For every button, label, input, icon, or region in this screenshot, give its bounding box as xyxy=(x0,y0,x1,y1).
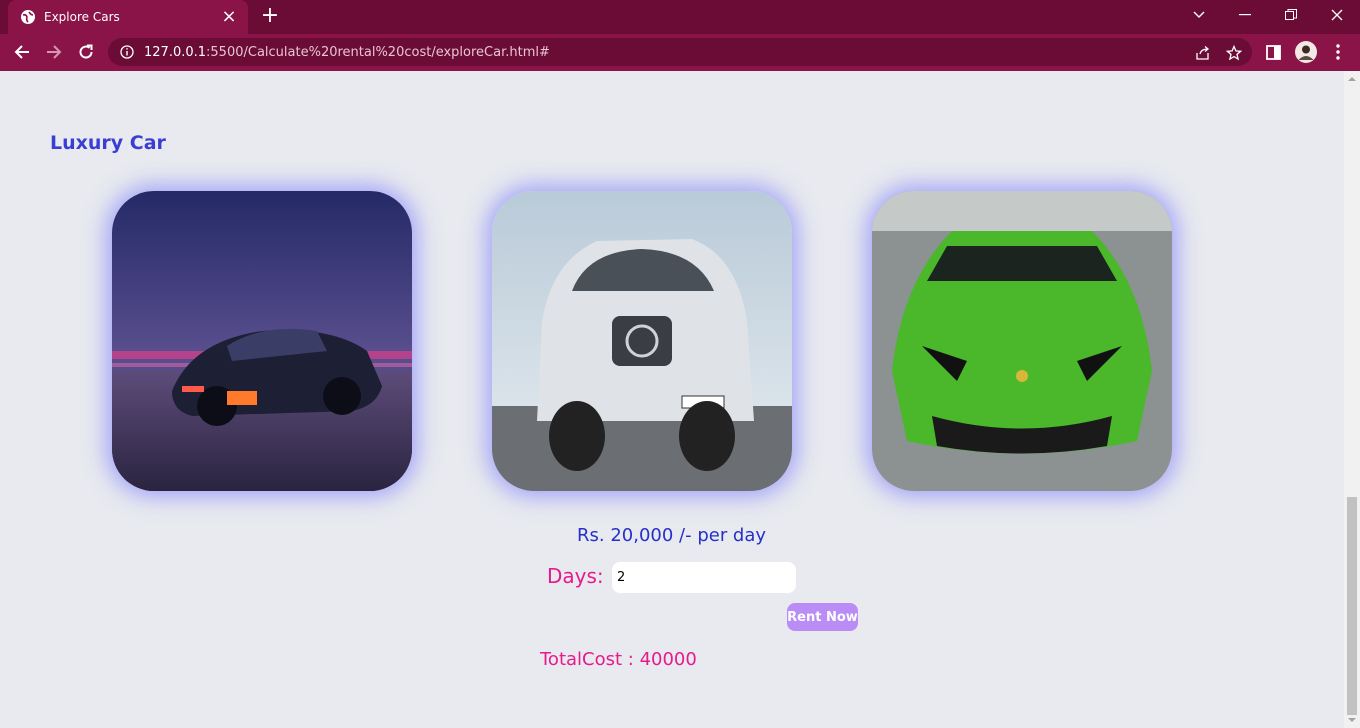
days-input[interactable] xyxy=(612,562,796,593)
reload-icon[interactable] xyxy=(71,38,101,66)
globe-icon xyxy=(20,9,36,25)
share-icon[interactable] xyxy=(1194,44,1212,62)
side-panel-icon[interactable] xyxy=(1258,38,1288,66)
url-text: 127.0.0.1:5500/Calculate%20rental%20cost… xyxy=(144,45,550,60)
avatar[interactable] xyxy=(1291,38,1321,66)
restore-icon[interactable] xyxy=(1268,0,1314,30)
close-window-icon[interactable] xyxy=(1314,0,1360,30)
page-content: Luxury Car Rs. 20,000 /- per day Days: 2… xyxy=(0,71,1344,728)
new-tab-icon[interactable]: + xyxy=(258,5,282,28)
scroll-up-arrow-icon[interactable] xyxy=(1348,75,1356,83)
car-image-dark-supercar[interactable] xyxy=(112,191,412,491)
car-image-green-supercar[interactable] xyxy=(872,191,1172,491)
info-icon[interactable] xyxy=(120,45,134,59)
address-bar[interactable]: 127.0.0.1:5500/Calculate%20rental%20cost… xyxy=(108,38,1252,66)
total-cost: TotalCost : 40000 xyxy=(540,649,697,670)
scroll-thumb[interactable] xyxy=(1347,497,1357,715)
back-arrow-icon[interactable] xyxy=(7,38,37,66)
car-image-white-suv[interactable] xyxy=(492,191,792,491)
tab-search-icon[interactable] xyxy=(1176,0,1222,30)
more-menu-icon[interactable] xyxy=(1323,38,1353,66)
tab-title: Explore Cars xyxy=(44,10,120,24)
browser-toolbar: 127.0.0.1:5500/Calculate%20rental%20cost… xyxy=(0,34,1360,71)
minimize-icon[interactable] xyxy=(1222,0,1268,30)
tab-strip: Explore Cars × + xyxy=(0,0,1360,34)
rent-now-button[interactable]: Rent Now xyxy=(787,603,858,631)
price-per-day: Rs. 20,000 /- per day xyxy=(577,525,767,546)
section-title: Luxury Car xyxy=(50,132,166,154)
url-host: 127.0.0.1 xyxy=(144,44,207,60)
vertical-scrollbar[interactable] xyxy=(1344,71,1360,728)
browser-tab[interactable]: Explore Cars × xyxy=(8,0,248,34)
bookmark-star-icon[interactable] xyxy=(1225,44,1243,62)
url-path: :5500/Calculate%20rental%20cost/exploreC… xyxy=(206,44,550,60)
close-tab-icon[interactable]: × xyxy=(220,8,238,26)
days-label: Days: xyxy=(547,564,604,588)
forward-arrow-icon[interactable] xyxy=(39,38,69,66)
scroll-down-arrow-icon[interactable] xyxy=(1348,716,1356,724)
